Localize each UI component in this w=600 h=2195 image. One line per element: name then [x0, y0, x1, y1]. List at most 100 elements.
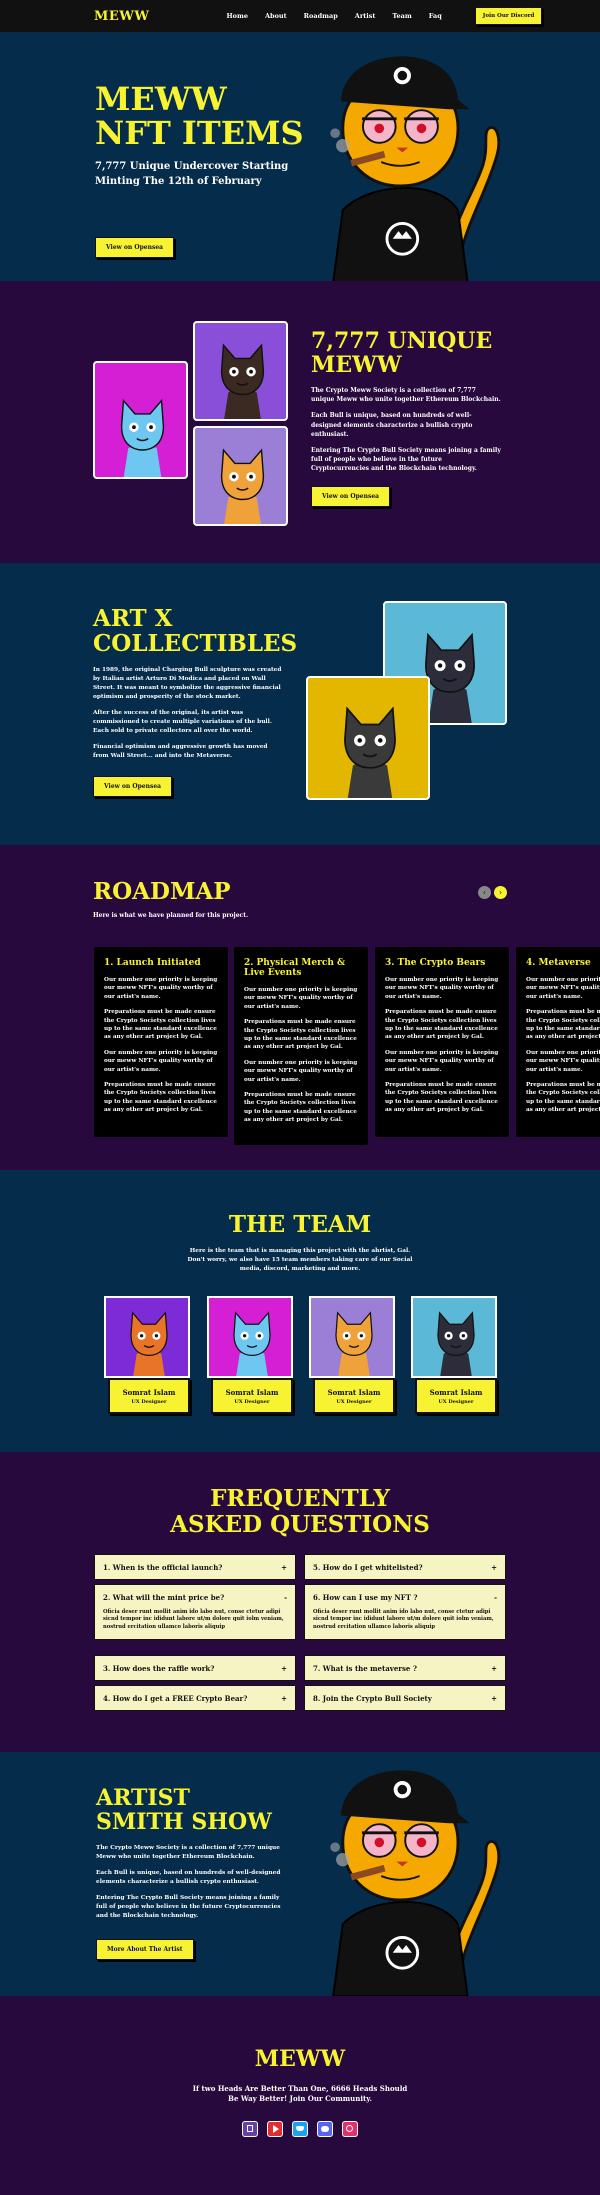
faq-question: 8. Join the Crypto Bull Society: [313, 1693, 432, 1703]
roadmap-card-text: Preparations must be made ensure the Cry…: [526, 1009, 600, 1041]
discord-icon[interactable]: [317, 2121, 334, 2137]
nav-links: Home About Roadmap Artist Team Faq: [227, 12, 442, 20]
art-title-line1: ART X: [93, 605, 173, 632]
roadmap-card-text: Our number one priority is keeping our m…: [104, 977, 218, 1000]
faq-question: 4. How do I get a FREE Crypto Bear?: [103, 1693, 248, 1703]
team-intro-line: Don't worry, we also have 15 team member…: [187, 1257, 413, 1263]
chevron-right-icon: ›: [498, 888, 503, 897]
roadmap-title: ROADMAP: [93, 878, 231, 905]
art-paragraph: In 1989, the original Charging Bull scul…: [93, 667, 282, 700]
faq-item[interactable]: 5. How do I get whitelisted? +: [304, 1554, 506, 1580]
team-member-name: Somrat Islam: [429, 1388, 483, 1397]
roadmap-card: 1. Launch Initiated Our number one prior…: [94, 947, 228, 1137]
nft-card-purple-bottom: [193, 426, 288, 526]
faq-question: 5. How do I get whitelisted?: [313, 1562, 423, 1572]
plus-icon[interactable]: +: [491, 1563, 497, 1572]
minus-icon[interactable]: -: [494, 1593, 497, 1602]
roadmap-card-text: Our number one priority is keeping our m…: [244, 987, 358, 1010]
team-member-name: Somrat Islam: [327, 1388, 381, 1397]
roadmap-card-text: Preparations must be made ensure the Cry…: [104, 1009, 217, 1041]
artist-copy: The Crypto Meww Society is a collection …: [96, 1844, 286, 1928]
roadmap-card-title: 1. Launch Initiated: [104, 958, 201, 968]
about-title: 7,777 UNIQUE MEWW: [311, 329, 492, 377]
team-member-role: UX Designer: [234, 1399, 270, 1405]
about-title-line1: 7,777 UNIQUE: [311, 328, 493, 354]
art-collectibles-section: ART X COLLECTIBLES In 1989, the original…: [0, 563, 600, 845]
member-cat-icon: [437, 1312, 475, 1376]
hero-title-line1: MEWW: [95, 80, 227, 118]
minus-icon[interactable]: -: [284, 1593, 287, 1602]
team-member-card: Somrat Islam UX Designer: [309, 1296, 395, 1414]
hero-cat-illustration: [310, 42, 510, 281]
art-paragraph: After the success of the original, its a…: [93, 710, 272, 734]
artist-paragraph: Entering The Crypto Bull Society means j…: [96, 1895, 281, 1919]
nft-cat-hat-icon: [220, 344, 265, 419]
about-paragraph: The Crypto Meww Society is a collection …: [311, 387, 501, 404]
artist-paragraph: The Crypto Meww Society is a collection …: [96, 1845, 280, 1860]
youtube-icon[interactable]: [266, 2121, 283, 2137]
faq-item[interactable]: 8. Join the Crypto Bull Society +: [304, 1685, 506, 1711]
plus-icon[interactable]: +: [281, 1694, 287, 1703]
avatar: [411, 1296, 497, 1378]
roadmap-card: 3. The Crypto Bears Our number one prior…: [375, 947, 509, 1137]
art-card-yellow: [306, 676, 430, 800]
more-about-artist-button[interactable]: More About The Artist: [96, 1939, 194, 1960]
site-logo[interactable]: MEWW: [94, 9, 150, 24]
faq-answer: Oficia deser runt mollit anim ido labo n…: [313, 1609, 494, 1630]
avatar: [207, 1296, 293, 1378]
art-opensea-button[interactable]: View on Opensea: [93, 776, 173, 797]
faq-item[interactable]: 4. How do I get a FREE Crypto Bear? +: [94, 1685, 296, 1711]
nav-link-artist[interactable]: Artist: [355, 12, 376, 20]
roadmap-prev-button[interactable]: ‹: [478, 886, 491, 899]
faq-item[interactable]: 2. What will the mint price be? - Oficia …: [94, 1584, 296, 1641]
about-copy: The Crypto Meww Society is a collection …: [311, 386, 501, 481]
footer: MEWW If two Heads Are Better Than One, 6…: [0, 1996, 600, 2195]
instagram-icon[interactable]: [342, 2121, 359, 2137]
nav-link-faq[interactable]: Faq: [429, 12, 442, 20]
plus-icon[interactable]: +: [491, 1664, 497, 1673]
twitch-icon[interactable]: [241, 2121, 258, 2137]
faq-item[interactable]: 6. How can I use my NFT ? - Oficia deser …: [304, 1584, 506, 1641]
nft-card-purple-top: [193, 321, 288, 421]
team-member-plate: Somrat Islam UX Designer: [108, 1378, 190, 1414]
about-paragraph: Entering The Crypto Bull Society means j…: [311, 447, 501, 473]
roadmap-card-text: Preparations must be made ensure the Cry…: [385, 1009, 498, 1041]
faq-item[interactable]: 7. What is the metaverse ? +: [304, 1655, 506, 1681]
plus-icon[interactable]: +: [281, 1664, 287, 1673]
team-member-role: UX Designer: [131, 1399, 167, 1405]
faq-answer: Oficia deser runt mollit anim ido labo n…: [103, 1609, 284, 1630]
member-cat-icon: [130, 1312, 168, 1376]
team-section: THE TEAM Here is the team that is managi…: [0, 1170, 600, 1452]
footer-tagline: If two Heads Are Better Than One, 6666 H…: [0, 2084, 600, 2104]
roadmap-section: ROADMAP Here is what we have planned for…: [0, 845, 600, 1170]
roadmap-card-text: Our number one priority is keeping our m…: [385, 977, 499, 1000]
hero-opensea-button[interactable]: View on Opensea: [95, 237, 175, 258]
plus-icon[interactable]: +: [491, 1694, 497, 1703]
art-title-line2: COLLECTIBLES: [93, 630, 298, 657]
nav-link-team[interactable]: Team: [392, 12, 411, 20]
plus-icon[interactable]: +: [281, 1563, 287, 1572]
roadmap-card-text: Our number one priority is keeping our m…: [385, 1049, 499, 1073]
nav-link-roadmap[interactable]: Roadmap: [304, 12, 338, 20]
roadmap-next-button[interactable]: ›: [494, 886, 507, 899]
roadmap-card-text: Preparations must be made ensure the Cry…: [104, 1082, 217, 1114]
twitter-icon[interactable]: [292, 2121, 308, 2137]
faq-section: FREQUENTLY ASKED QUESTIONS 1. When is th…: [0, 1452, 600, 1752]
team-intro-line: Here is the team that is managing this p…: [189, 1248, 411, 1254]
about-opensea-button[interactable]: View on Opensea: [311, 486, 391, 507]
hero-title: MEWW NFT ITEMS: [95, 82, 304, 150]
team-member-card: Somrat Islam UX Designer: [104, 1296, 190, 1414]
roadmap-card-text: Preparations must be made ensure the Cry…: [244, 1092, 357, 1124]
faq-title-line2: ASKED QUESTIONS: [170, 1511, 430, 1538]
faq-item[interactable]: 3. How does the raffle work? +: [94, 1655, 296, 1681]
roadmap-card-text: Our number one priority is keeping our m…: [526, 1049, 600, 1073]
nav-link-home[interactable]: Home: [227, 12, 249, 20]
member-cat-icon: [335, 1312, 373, 1376]
nav-link-about[interactable]: About: [265, 12, 287, 20]
artist-title: ARTIST SMITH SHOW: [96, 1786, 272, 1834]
art-cat-king-icon: [344, 707, 396, 798]
faq-item[interactable]: 1. When is the official launch? +: [94, 1554, 296, 1580]
join-discord-button[interactable]: Join Our Discord: [474, 7, 543, 25]
about-paragraph: Each Bull is unique, based on hundreds o…: [311, 412, 473, 438]
team-member-card: Somrat Islam UX Designer: [411, 1296, 497, 1414]
